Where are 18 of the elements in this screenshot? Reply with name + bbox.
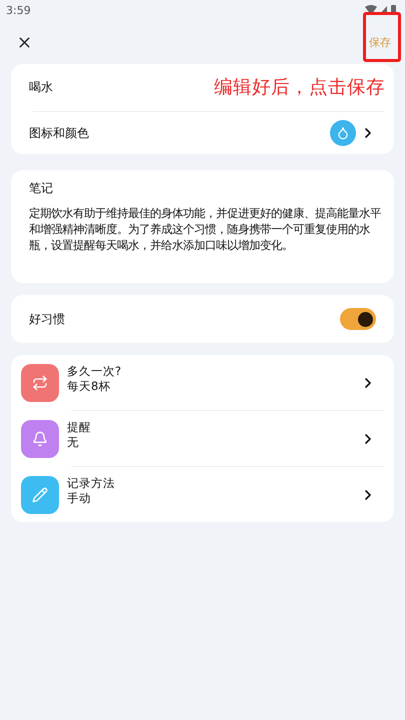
status-time: 3:59 [6, 4, 31, 16]
setting-row[interactable]: 记录方法 手动 [11, 467, 394, 522]
setting-row[interactable]: 提醒 无 [11, 411, 394, 466]
setting-value: 手动 [67, 490, 92, 506]
good-habit-label: 好习惯 [29, 310, 65, 328]
setting-row[interactable]: 多久一次? 每天8杯 [11, 355, 394, 410]
highlight-frame [363, 12, 401, 62]
setting-value: 每天8杯 [67, 378, 112, 394]
annotation-text: 编辑好后，点击保存 [214, 76, 385, 99]
notes-title: 笔记 [29, 180, 54, 197]
toggle-switch[interactable] [340, 308, 376, 330]
setting-title: 记录方法 [67, 476, 116, 490]
setting-title: 提醒 [67, 420, 92, 434]
icon-color-label: 图标和颜色 [29, 124, 89, 142]
setting-value: 无 [67, 434, 80, 450]
setting-title: 多久一次? [67, 364, 122, 378]
notes-text: 定期饮水有助于维持最佳的身体功能，并促进更好的健康、提高能量水平和增强精神清晰度。为了养成这个习惯，随身携带一个可重复使用的水瓶，设置提醒每天喝水，并给水添加口味以增加变化。 [29, 205, 382, 253]
habit-name: 喝水 [29, 79, 53, 96]
